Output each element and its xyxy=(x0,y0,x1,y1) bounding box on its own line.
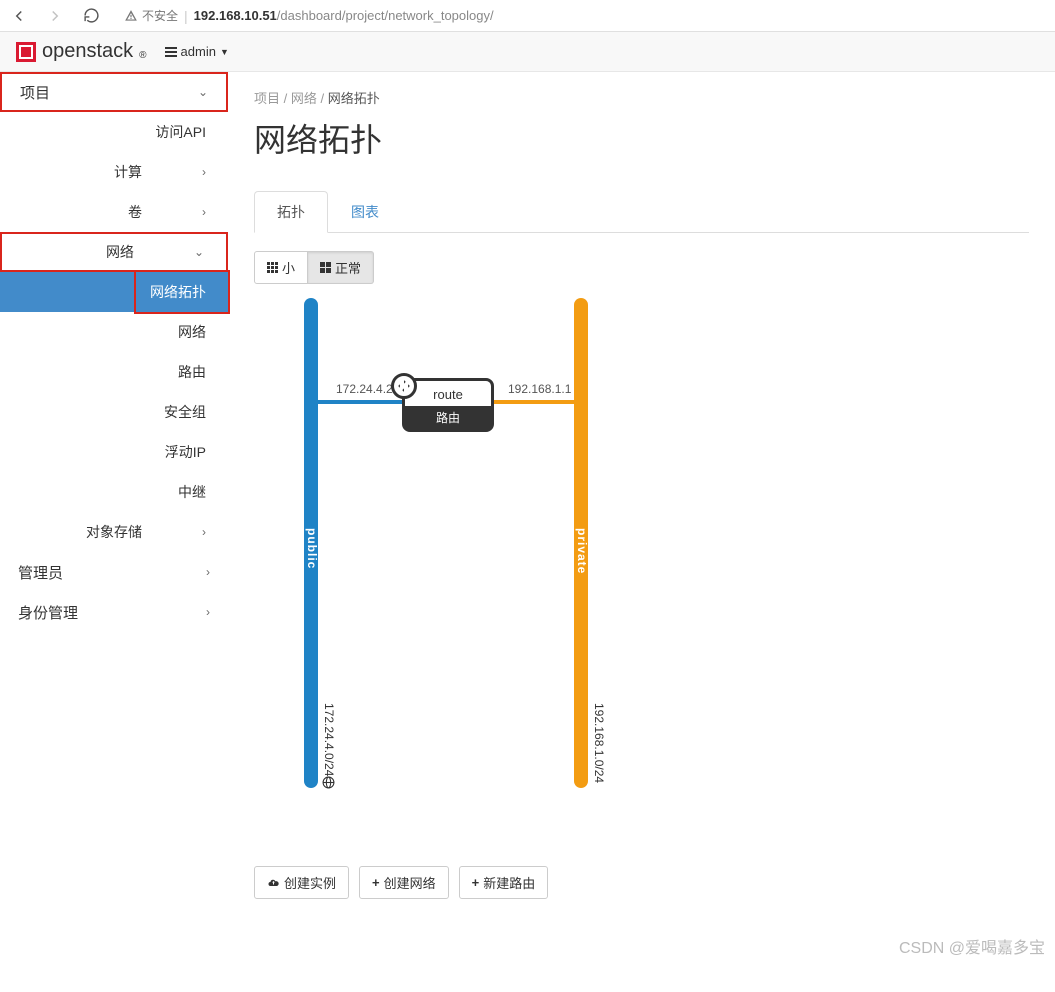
link-public xyxy=(318,400,410,404)
insecure-label: 不安全 xyxy=(142,7,178,24)
sidebar-item-api[interactable]: 访问API xyxy=(0,112,228,152)
page-title: 网络拓扑 xyxy=(254,115,1029,161)
ip-private: 192.168.1.1 xyxy=(508,382,571,396)
launch-instance-button[interactable]: 创建实例 xyxy=(254,866,349,899)
sidebar-item-trunks[interactable]: 中继 xyxy=(0,472,228,512)
tabs: 拓扑 图表 xyxy=(254,191,1029,233)
grid-large-icon xyxy=(320,262,331,273)
sidebar-item-network-topology[interactable]: 网络拓扑 xyxy=(0,272,228,312)
chevron-right-icon: › xyxy=(206,565,210,579)
topology-canvas[interactable]: public 172.24.4.0/24 private 192.168.1.0… xyxy=(254,298,1029,858)
router-node[interactable]: route 路由 xyxy=(402,378,494,432)
router-name: route xyxy=(405,381,491,406)
sidebar-item-admin[interactable]: 管理员 › xyxy=(0,552,228,592)
size-toggle: 小 正常 xyxy=(254,251,374,284)
size-small-button[interactable]: 小 xyxy=(254,251,308,284)
tab-topology[interactable]: 拓扑 xyxy=(254,191,328,233)
back-button[interactable] xyxy=(8,5,30,27)
network-label-private: private xyxy=(575,528,589,574)
network-bar-private[interactable]: private xyxy=(574,298,588,788)
plus-icon: + xyxy=(472,875,480,890)
forward-button[interactable] xyxy=(44,5,66,27)
plus-icon: + xyxy=(372,875,380,890)
browser-toolbar: 不安全 | 192.168.10.51/dashboard/project/ne… xyxy=(0,0,1055,32)
brand[interactable]: openstack® xyxy=(16,40,147,63)
sidebar-item-networks[interactable]: 网络 xyxy=(0,312,228,352)
sidebar: 项目 ⌄ 访问API 计算 › 卷 › 网络 ⌄ 网络拓扑 网络 路由 xyxy=(0,72,228,992)
sidebar-item-identity[interactable]: 身份管理 › xyxy=(0,592,228,632)
chevron-right-icon: › xyxy=(202,525,206,539)
cloud-up-icon xyxy=(267,877,280,889)
sidebar-item-secgroups[interactable]: 安全组 xyxy=(0,392,228,432)
router-icon xyxy=(391,373,417,399)
topbar: openstack® admin ▼ xyxy=(0,32,1055,72)
chevron-down-icon: ⌄ xyxy=(198,85,208,99)
tab-graph[interactable]: 图表 xyxy=(328,191,402,233)
sidebar-item-floatingips[interactable]: 浮动IP xyxy=(0,432,228,472)
breadcrumb: 项目 / 网络 / 网络拓扑 xyxy=(254,88,1029,107)
openstack-logo-icon xyxy=(16,42,36,62)
sidebar-item-compute[interactable]: 计算 › xyxy=(0,152,228,192)
brand-text: openstack xyxy=(42,40,133,63)
router-type-label: 路由 xyxy=(405,406,491,429)
project-selector-label: admin xyxy=(181,44,216,59)
chevron-right-icon: › xyxy=(202,205,206,219)
reload-button[interactable] xyxy=(80,5,102,27)
sidebar-item-project[interactable]: 项目 ⌄ xyxy=(0,72,228,112)
chevron-right-icon: › xyxy=(202,165,206,179)
main-content: 项目 / 网络 / 网络拓扑 网络拓扑 拓扑 图表 小 正常 public 17… xyxy=(228,72,1055,992)
sidebar-item-object-storage[interactable]: 对象存储 › xyxy=(0,512,228,552)
url-text: 192.168.10.51/dashboard/project/network_… xyxy=(194,8,494,23)
chevron-right-icon: › xyxy=(206,605,210,619)
globe-icon xyxy=(322,776,335,792)
link-private xyxy=(486,400,574,404)
chevron-down-icon: ⌄ xyxy=(194,245,204,259)
address-bar[interactable]: 不安全 | 192.168.10.51/dashboard/project/ne… xyxy=(116,4,1047,28)
create-network-button[interactable]: + 创建网络 xyxy=(359,866,449,899)
size-normal-button[interactable]: 正常 xyxy=(308,251,374,284)
sidebar-item-routers[interactable]: 路由 xyxy=(0,352,228,392)
network-cidr-public: 172.24.4.0/24 xyxy=(322,703,336,776)
project-selector[interactable]: admin ▼ xyxy=(165,44,229,59)
network-bar-public[interactable]: public xyxy=(304,298,318,788)
sidebar-item-volumes[interactable]: 卷 › xyxy=(0,192,228,232)
grid-small-icon xyxy=(267,262,278,273)
network-label-public: public xyxy=(305,528,319,569)
insecure-icon: 不安全 xyxy=(124,7,178,24)
watermark: CSDN @爱喝嘉多宝 xyxy=(899,934,1045,958)
create-router-button[interactable]: + 新建路由 xyxy=(459,866,549,899)
sidebar-item-network[interactable]: 网络 ⌄ xyxy=(0,232,228,272)
bottom-actions: 创建实例 + 创建网络 + 新建路由 xyxy=(254,866,1029,899)
network-cidr-private: 192.168.1.0/24 xyxy=(592,703,606,783)
